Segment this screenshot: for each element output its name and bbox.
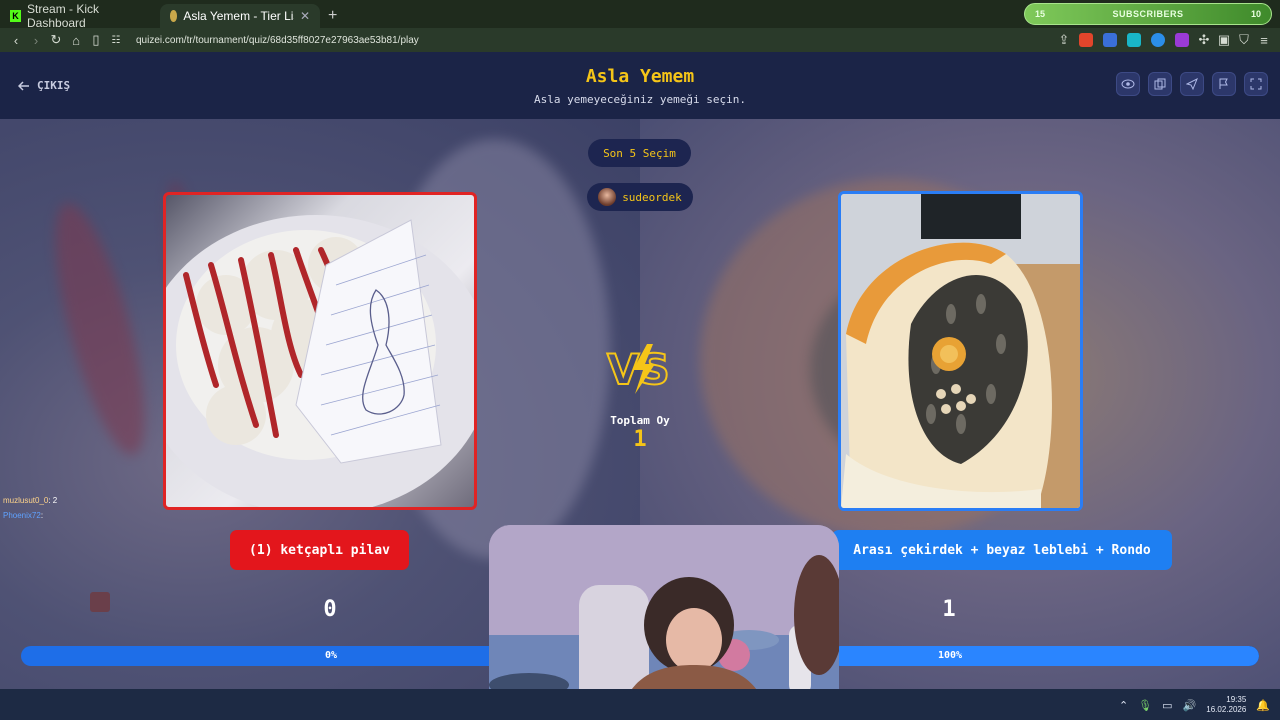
last-5-choices-button[interactable]: Son 5 Seçim bbox=[588, 139, 691, 167]
subscribers-label: SUBSCRIBERS bbox=[1112, 9, 1184, 19]
new-tab-button[interactable]: + bbox=[320, 4, 345, 28]
extension-icon[interactable] bbox=[1151, 33, 1165, 47]
site-info-icon[interactable]: ☷ bbox=[106, 35, 126, 46]
copy-icon[interactable] bbox=[1148, 72, 1172, 96]
taskbar: ⌃ 🎙 ▭ 🔊 19:35 16.02.2026 🔔 bbox=[0, 689, 1280, 720]
user-badge: sudeordek bbox=[587, 183, 693, 211]
chevron-up-icon[interactable]: ⌃ bbox=[1119, 699, 1128, 712]
chat-user: Phoenix72 bbox=[3, 511, 41, 520]
display-icon[interactable]: ▭ bbox=[1162, 699, 1172, 712]
tab-asla-yemem[interactable]: Asla Yemem - Tier List, Kör Sırala ✕ bbox=[160, 4, 320, 28]
send-icon[interactable] bbox=[1180, 72, 1204, 96]
tab-kick-dashboard[interactable]: K Stream - Kick Dashboard bbox=[0, 2, 160, 30]
kick-icon: K bbox=[10, 10, 22, 22]
home-icon[interactable]: ⌂ bbox=[66, 33, 86, 48]
clock-date: 16.02.2026 bbox=[1206, 705, 1247, 714]
last-5-label: Son 5 Seçim bbox=[603, 146, 676, 160]
subscribers-goal-bar: 15 SUBSCRIBERS 10 bbox=[1024, 3, 1272, 25]
left-choice-image[interactable] bbox=[163, 192, 477, 510]
flag-icon[interactable] bbox=[1212, 72, 1236, 96]
chat-message: muzlusut0_0: 2 bbox=[3, 493, 57, 508]
extension-icon[interactable] bbox=[1103, 33, 1117, 47]
brave-shield-icon[interactable] bbox=[1079, 33, 1093, 47]
chat-text: : bbox=[40, 511, 44, 520]
chat-user: muzlusut0_0 bbox=[3, 496, 49, 505]
chat-text: : 2 bbox=[48, 496, 58, 505]
clock-time: 19:35 bbox=[1226, 695, 1247, 704]
right-choice-image[interactable] bbox=[838, 191, 1083, 511]
share-icon[interactable]: ⇪ bbox=[1054, 32, 1074, 48]
total-votes-label: Toplam Oy bbox=[610, 414, 670, 427]
bookmark-icon[interactable]: ▯ bbox=[86, 32, 106, 48]
left-vote-count: 0 bbox=[323, 597, 337, 622]
extension-icon[interactable] bbox=[1127, 33, 1141, 47]
microphone-icon[interactable]: 🎙 bbox=[1138, 699, 1152, 712]
right-choice-button[interactable]: Arası çekirdek + beyaz leblebi + Rondo bbox=[832, 530, 1172, 570]
extension-icon[interactable] bbox=[1175, 33, 1189, 47]
total-votes-value: 1 bbox=[633, 427, 647, 452]
extensions-puzzle-icon[interactable]: ✣ bbox=[1194, 32, 1214, 48]
fullscreen-icon[interactable] bbox=[1244, 72, 1268, 96]
menu-icon[interactable]: ≡ bbox=[1254, 33, 1274, 48]
right-progress-bar: 100% bbox=[830, 646, 1259, 666]
header-actions bbox=[1116, 72, 1268, 96]
chat-overlay: muzlusut0_0: 2 Phoenix72: bbox=[3, 493, 57, 523]
clock[interactable]: 19:35 16.02.2026 bbox=[1206, 695, 1246, 715]
subscribers-current: 15 bbox=[1035, 9, 1046, 19]
page-title: Asla Yemem bbox=[585, 66, 695, 87]
avatar bbox=[598, 188, 617, 206]
left-progress-bar: 0% bbox=[21, 646, 511, 666]
tab-label: Asla Yemem - Tier List, Kör Sırala bbox=[183, 9, 294, 23]
subscribers-goal: 10 bbox=[1250, 9, 1261, 19]
chat-message: Phoenix72: bbox=[3, 508, 57, 523]
emote-image bbox=[90, 592, 110, 612]
right-percent-label: 100% bbox=[937, 650, 963, 661]
vpn-shield-icon[interactable]: ⛉ bbox=[1234, 32, 1254, 48]
tab-label: Stream - Kick Dashboard bbox=[27, 2, 100, 30]
close-tab-icon[interactable]: ✕ bbox=[300, 9, 310, 23]
page-subtitle: Asla yemeyeceğiniz yemeği seçin. bbox=[534, 93, 746, 106]
system-tray: ⌃ 🎙 ▭ 🔊 19:35 16.02.2026 🔔 bbox=[1119, 695, 1270, 715]
sidebar-icon[interactable]: ▣ bbox=[1214, 32, 1234, 48]
forward-icon[interactable]: › bbox=[26, 33, 46, 48]
volume-icon[interactable]: 🔊 bbox=[1183, 699, 1197, 712]
username: sudeordek bbox=[622, 190, 682, 204]
site-favicon-icon bbox=[170, 10, 178, 22]
eye-icon[interactable] bbox=[1116, 72, 1140, 96]
left-choice-button[interactable]: (1) ketçaplı pilav bbox=[230, 530, 409, 570]
reload-icon[interactable]: ↻ bbox=[46, 32, 66, 48]
back-icon[interactable]: ‹ bbox=[6, 33, 26, 48]
vs-icon: VS bbox=[606, 344, 671, 395]
right-vote-count: 1 bbox=[942, 597, 956, 622]
address-bar: ‹ › ↻ ⌂ ▯ ☷ quizei.com/tr/tournament/qui… bbox=[0, 28, 1280, 52]
quiz-header: ÇIKIŞ Asla Yemem Asla yemeyeceğiniz yeme… bbox=[0, 52, 1280, 119]
notification-icon[interactable]: 🔔 bbox=[1256, 699, 1270, 712]
url-field[interactable]: quizei.com/tr/tournament/quiz/68d35ff802… bbox=[136, 35, 1054, 46]
